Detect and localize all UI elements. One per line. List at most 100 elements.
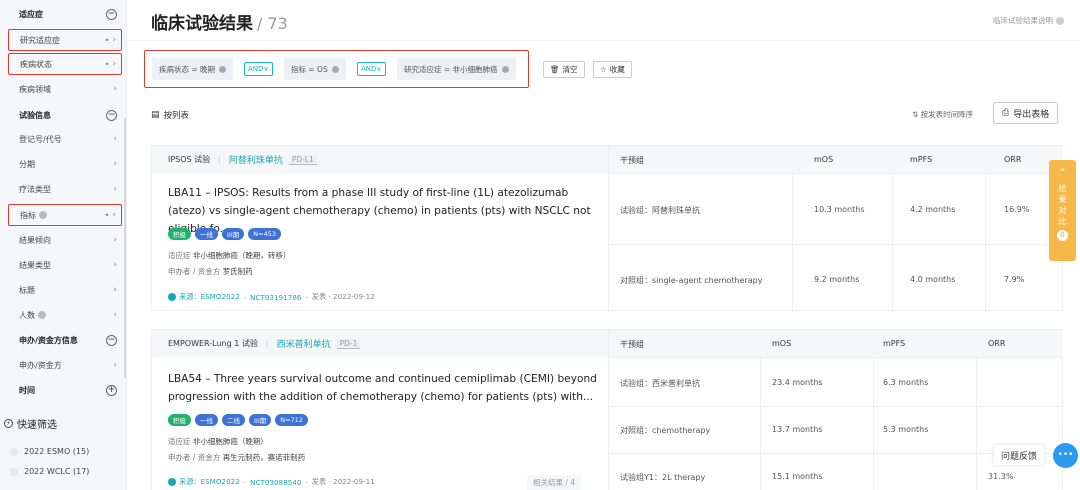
- plus-circle-icon[interactable]: +: [106, 384, 117, 396]
- export-button[interactable]: ⎙ 导出表格: [993, 102, 1059, 124]
- chevron-right-icon: ›: [113, 260, 117, 270]
- tag: III期: [222, 228, 245, 240]
- group-time[interactable]: 时间 +: [8, 379, 122, 401]
- table-row: 试验组：西米普利单抗 23.4 months 6.3 months: [608, 357, 1063, 406]
- header-divider: [127, 40, 1080, 41]
- result-card[interactable]: IPSOS 试验 | 阿替利珠单抗 PD-L1 LBA11 – IPSOS: R…: [151, 145, 1063, 312]
- results-table-header: 干预组 mOS mPFS ORR: [608, 146, 1063, 173]
- indication-value: 非小细胞肺癌（晚期）: [192, 437, 268, 446]
- sidebar-item-phase[interactable]: 分期 ›: [8, 153, 122, 175]
- sidebar-item-disease-area[interactable]: 疾病领域 ›: [8, 78, 122, 100]
- meta-label: 适应症: [168, 251, 191, 260]
- filter-chip-status[interactable]: 疾病状态 = 晚期: [152, 58, 234, 80]
- compare-label: 结果对比: [1058, 184, 1067, 226]
- column-divider: [792, 173, 793, 312]
- and-operator-toggle[interactable]: AND∨: [357, 62, 386, 76]
- sort-toggle[interactable]: ⇅ 按发表时间降序: [912, 109, 973, 120]
- quick-filter-item[interactable]: 2022 ESMO (15): [10, 447, 89, 456]
- minus-circle-icon[interactable]: −: [106, 8, 117, 20]
- column-divider: [985, 173, 986, 312]
- minus-circle-icon[interactable]: −: [106, 109, 117, 121]
- group-trial-info[interactable]: 试验信息 −: [8, 104, 122, 126]
- tag: N=712: [275, 414, 308, 426]
- tag: 一线: [195, 228, 218, 240]
- sidebar-item-study-indication[interactable]: 研究适应症 • ›: [8, 29, 122, 51]
- sidebar-item-title[interactable]: 标题 ›: [8, 279, 122, 301]
- save-button[interactable]: ☆ 收藏: [593, 61, 632, 78]
- sidebar-item-result-trend[interactable]: 结果倾向 ›: [8, 229, 122, 251]
- separator: |: [265, 339, 269, 348]
- and-label: AND∨: [361, 65, 382, 73]
- collapse-icon[interactable]: «: [1049, 164, 1076, 175]
- help-icon[interactable]: [39, 211, 47, 219]
- remove-icon[interactable]: [501, 65, 509, 73]
- sidebar-item-endpoint[interactable]: 指标 • ›: [8, 204, 122, 226]
- sidebar-item-disease-status[interactable]: 疾病状态 • ›: [8, 53, 122, 75]
- nct-link[interactable]: NCT03191786: [250, 293, 301, 302]
- result-card[interactable]: EMPOWER-Lung 1 试验 | 西米普利单抗 PD-1 LBA54 – …: [151, 329, 1063, 490]
- tag: 二线: [222, 414, 245, 426]
- source-link[interactable]: 来源：ESMO2022: [179, 292, 240, 302]
- card-header: EMPOWER-Lung 1 试验 | 西米普利单抗 PD-1: [152, 330, 608, 357]
- group-label: 申办/资金方信息: [19, 335, 78, 345]
- sidebar-item-count[interactable]: 人数 ›: [8, 304, 122, 326]
- filter-chip-indication[interactable]: 研究适应症 = 非小细胞肺癌: [397, 58, 516, 80]
- page-title-text: 临床试验结果: [151, 14, 253, 34]
- source-link[interactable]: 来源：ESMO2022: [179, 477, 240, 487]
- drug-link[interactable]: 阿替利珠单抗: [229, 153, 283, 166]
- trash-icon: 🗑: [550, 65, 560, 74]
- active-dot-icon: •: [104, 59, 110, 69]
- filter-chip-endpoint[interactable]: 指标 = OS: [284, 58, 346, 80]
- remove-icon[interactable]: [219, 65, 227, 73]
- tag-list: 积极 一线 III期 N=453: [168, 228, 285, 240]
- quick-filter-label: 2022 WCLC (17): [24, 467, 90, 476]
- sponsor-value: 再生元制药，赛诺菲制药: [222, 453, 306, 462]
- separator: |: [218, 155, 221, 164]
- related-results-link[interactable]: 相关结果 / 4: [527, 475, 582, 490]
- help-icon[interactable]: [38, 311, 46, 319]
- result-title[interactable]: LBA54 – Three years survival outcome and…: [168, 370, 602, 406]
- compare-panel-tab[interactable]: « 结果对比 0: [1049, 160, 1076, 261]
- sort-icon: ⇅: [912, 110, 921, 119]
- col-mpfs: mPFS: [883, 339, 906, 348]
- group-sponsor-info[interactable]: 申办/资金方信息 −: [8, 329, 122, 351]
- drug-link[interactable]: 西米普利单抗: [277, 337, 331, 350]
- sidebar-item-result-type[interactable]: 结果类型 ›: [8, 254, 122, 276]
- and-operator-toggle[interactable]: AND∨: [244, 62, 273, 76]
- feedback-label: 问题反馈: [1000, 451, 1037, 462]
- chat-icon[interactable]: •••: [1053, 443, 1078, 468]
- list-view-toggle[interactable]: ▤ 按列表: [151, 109, 189, 121]
- quick-filter-item[interactable]: 2022 WCLC (17): [10, 467, 89, 476]
- sidebar-item-therapy-type[interactable]: 疗法类型 ›: [8, 178, 122, 200]
- compare-count-badge: 0: [1057, 230, 1068, 241]
- help-link[interactable]: 临床试验结果说明: [993, 15, 1064, 26]
- cell-arm: 试验组：阿替利珠单抗: [620, 206, 700, 215]
- help-icon: [1056, 16, 1064, 25]
- source-icon: [168, 478, 176, 486]
- clear-button[interactable]: 🗑 清空: [543, 61, 585, 78]
- col-mpfs: mPFS: [910, 155, 933, 164]
- cell-orr: 16.9%: [1004, 205, 1030, 214]
- col-arm: 干预组: [620, 156, 644, 165]
- cell-mpfs: 4.2 months: [910, 205, 956, 214]
- meta-label: 申办者 / 资金方: [168, 267, 221, 276]
- col-mos: mOS: [772, 339, 792, 348]
- sponsor-row: 申办者 / 资金方 再生元制药，赛诺菲制药: [168, 452, 305, 463]
- minus-circle-icon[interactable]: −: [106, 334, 117, 346]
- sidebar-item-sponsor[interactable]: 申办/资金方 ›: [8, 354, 122, 376]
- sidebar-item-registration[interactable]: 登记号/代号 ›: [8, 128, 122, 150]
- col-orr: ORR: [988, 339, 1006, 348]
- chevron-right-icon: ›: [112, 210, 116, 220]
- source-row: 来源：ESMO2022 · NCT03191786 · 发表 · 2022-09…: [168, 292, 375, 302]
- feedback-button[interactable]: 问题反馈: [994, 445, 1044, 465]
- cell-orr: 7.9%: [1004, 275, 1025, 284]
- column-divider: [608, 146, 609, 312]
- nct-link[interactable]: NCT03088540: [250, 478, 301, 487]
- group-indication[interactable]: 适应症 −: [8, 3, 122, 25]
- radio-icon[interactable]: [10, 447, 18, 456]
- remove-icon[interactable]: [331, 65, 339, 73]
- column-divider: [892, 173, 893, 312]
- quick-filter-heading: ⚡ 快速筛选: [4, 416, 57, 431]
- list-view-label: 按列表: [163, 111, 190, 121]
- radio-icon[interactable]: [10, 467, 18, 476]
